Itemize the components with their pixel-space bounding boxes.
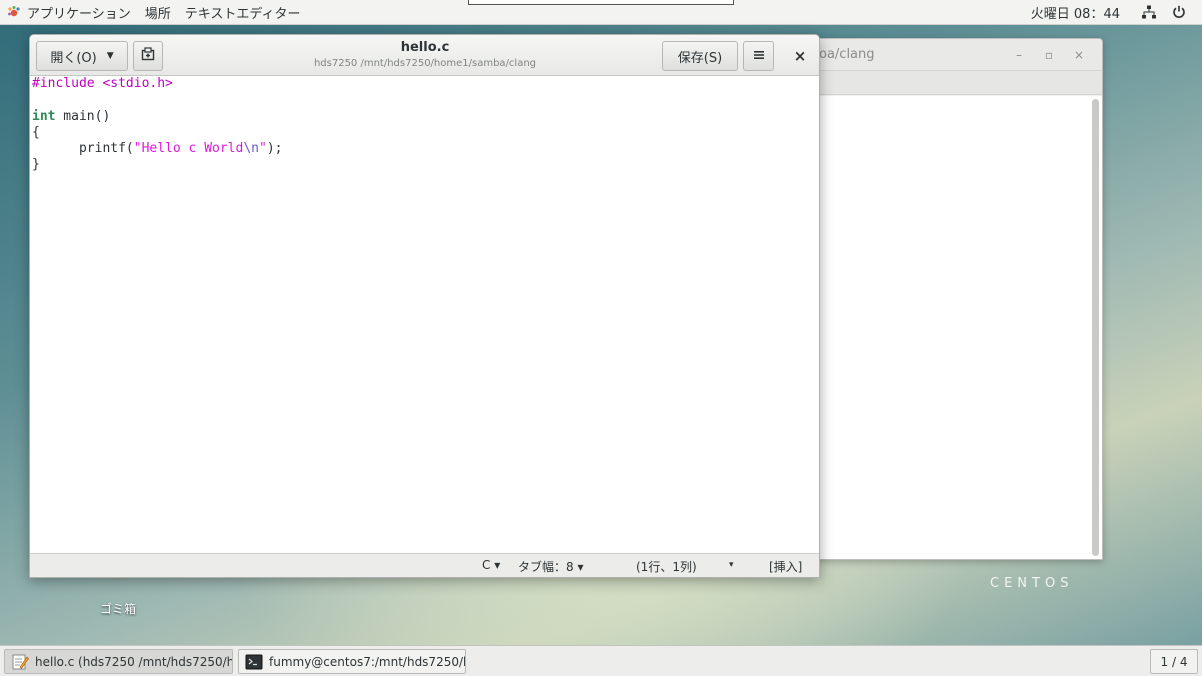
top-bar: アプリケーション 場所 テキストエディター 火曜日 08：44 (0, 0, 1202, 25)
hamburger-menu-button[interactable] (743, 41, 774, 71)
new-tab-button[interactable] (133, 41, 163, 71)
terminal-scrollbar[interactable] (1092, 99, 1099, 556)
code-text: { (32, 124, 40, 140)
file-path: hds7250 /mnt/hds7250/home1/samba/clang (313, 58, 537, 69)
new-document-tab-icon (141, 47, 155, 65)
taskbar-item-label: fummy@centos7:/mnt/hds7250/ho··· (269, 654, 465, 669)
background-window-titlebar[interactable]: oa/clang – ▫ × (801, 39, 1102, 71)
overlay-strip (468, 0, 734, 5)
file-name: hello.c (400, 40, 450, 55)
applications-menu[interactable]: アプリケーション (0, 0, 139, 24)
save-label: 保存(S) (677, 50, 723, 66)
code-editor[interactable]: #include <stdio.h> int main() { printf("… (30, 76, 819, 553)
gedit-window[interactable]: 開く(O) ▼ hello.c hds7250 /mnt/hds7250/hom… (29, 34, 820, 578)
clock[interactable]: 火曜日 08：44 (1031, 3, 1134, 22)
header-bar[interactable]: 開く(O) ▼ hello.c hds7250 /mnt/hds7250/hom… (30, 35, 819, 76)
taskbar-item-label: hello.c (hds7250 /mnt/hds7250/ho··· (35, 654, 233, 669)
power-icon[interactable] (1164, 0, 1194, 25)
network-icon[interactable] (1134, 0, 1164, 25)
code-line: } (32, 157, 819, 173)
window-title-block: hello.c hds7250 /mnt/hds7250/home1/samba… (230, 40, 620, 69)
gnome-foot-icon (6, 4, 22, 20)
taskbar-item-gedit[interactable]: hello.c (hds7250 /mnt/hds7250/ho··· (4, 649, 233, 674)
terminal-body[interactable] (801, 96, 1102, 559)
trash-label: ゴミ箱 (99, 602, 136, 616)
close-button[interactable]: × (1064, 48, 1094, 62)
code-line: printf("Hello c World\n"); (32, 141, 819, 157)
open-label: 開く(O) (50, 50, 97, 66)
code-text: main() (55, 108, 111, 124)
chevron-down-icon: ▼ (106, 51, 114, 61)
escape-sequence: \n (243, 141, 259, 157)
active-app-menu[interactable]: テキストエディター (179, 0, 309, 24)
taskbar-item-terminal[interactable]: fummy@centos7:/mnt/hds7250/ho··· (238, 649, 466, 674)
language-selector[interactable]: C ▾ (482, 558, 500, 572)
centos-wordmark: CENTOS (990, 576, 1074, 591)
terminal-icon (245, 653, 263, 671)
code-text: } (32, 157, 40, 173)
code-line: int main() (32, 109, 819, 125)
window-list-taskbar: hello.c (hds7250 /mnt/hds7250/ho··· fumm… (0, 645, 1202, 676)
insert-mode-indicator[interactable]: [挿入] (769, 558, 802, 575)
string-quote: " (258, 141, 267, 157)
applications-label: アプリケーション (27, 6, 131, 22)
workspace-pager[interactable]: 1 / 4 (1150, 649, 1198, 674)
minimize-button[interactable]: – (1004, 48, 1034, 62)
code-text: ); (266, 141, 283, 157)
keyword: int (32, 108, 56, 124)
background-terminal-window[interactable]: oa/clang – ▫ × (800, 38, 1103, 560)
close-window-button[interactable]: × (785, 41, 815, 71)
string-literal: "Hello c World (133, 141, 244, 157)
places-menu[interactable]: 場所 (139, 0, 179, 24)
preprocessor-directive: #include <stdio.h> (32, 76, 173, 91)
active-app-label: テキストエディター (184, 6, 301, 22)
code-text: printf( (32, 141, 134, 157)
tab-width-selector[interactable]: タブ幅：8 ▾ (518, 558, 583, 575)
open-button[interactable]: 開く(O) ▼ (36, 41, 128, 71)
code-line: #include <stdio.h> (32, 76, 819, 92)
code-line: { (32, 125, 819, 141)
chevron-down-icon[interactable]: ▾ (729, 560, 734, 570)
cursor-position[interactable]: (1行、1列) (636, 558, 697, 575)
save-button[interactable]: 保存(S) (662, 41, 738, 71)
status-bar: C ▾ タブ幅：8 ▾ (1行、1列) ▾ [挿入] (30, 553, 819, 577)
maximize-button[interactable]: ▫ (1034, 48, 1064, 62)
hamburger-menu-icon (753, 49, 765, 64)
terminal-menubar (801, 71, 1102, 95)
places-label: 場所 (144, 6, 171, 22)
text-editor-icon (11, 653, 29, 671)
